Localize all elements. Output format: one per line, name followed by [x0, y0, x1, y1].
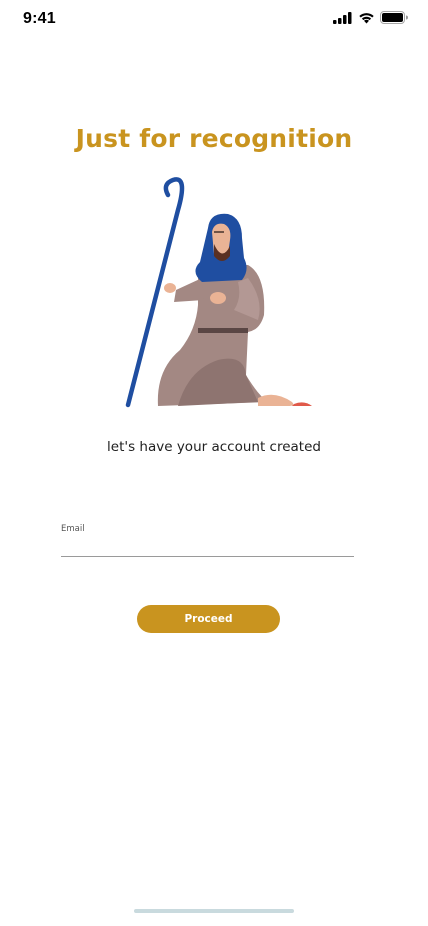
- subtitle: let's have your account created: [107, 439, 321, 455]
- email-input[interactable]: [61, 536, 354, 557]
- battery-icon: [380, 11, 408, 24]
- page-title: Just for recognition: [75, 124, 353, 153]
- signal-icon: [333, 11, 352, 24]
- status-bar: 9:41: [0, 0, 428, 44]
- shepherd-feet: [258, 394, 294, 406]
- email-field: Email: [61, 524, 354, 557]
- status-icons: [333, 11, 408, 24]
- email-label: Email: [61, 524, 85, 534]
- shepherd-arm: [174, 278, 204, 302]
- wifi-icon: [359, 12, 374, 23]
- status-time: 9:41: [23, 10, 56, 27]
- home-indicator: [134, 909, 294, 913]
- proceed-button[interactable]: Proceed: [137, 605, 280, 633]
- shepherd-illustration: [125, 177, 312, 408]
